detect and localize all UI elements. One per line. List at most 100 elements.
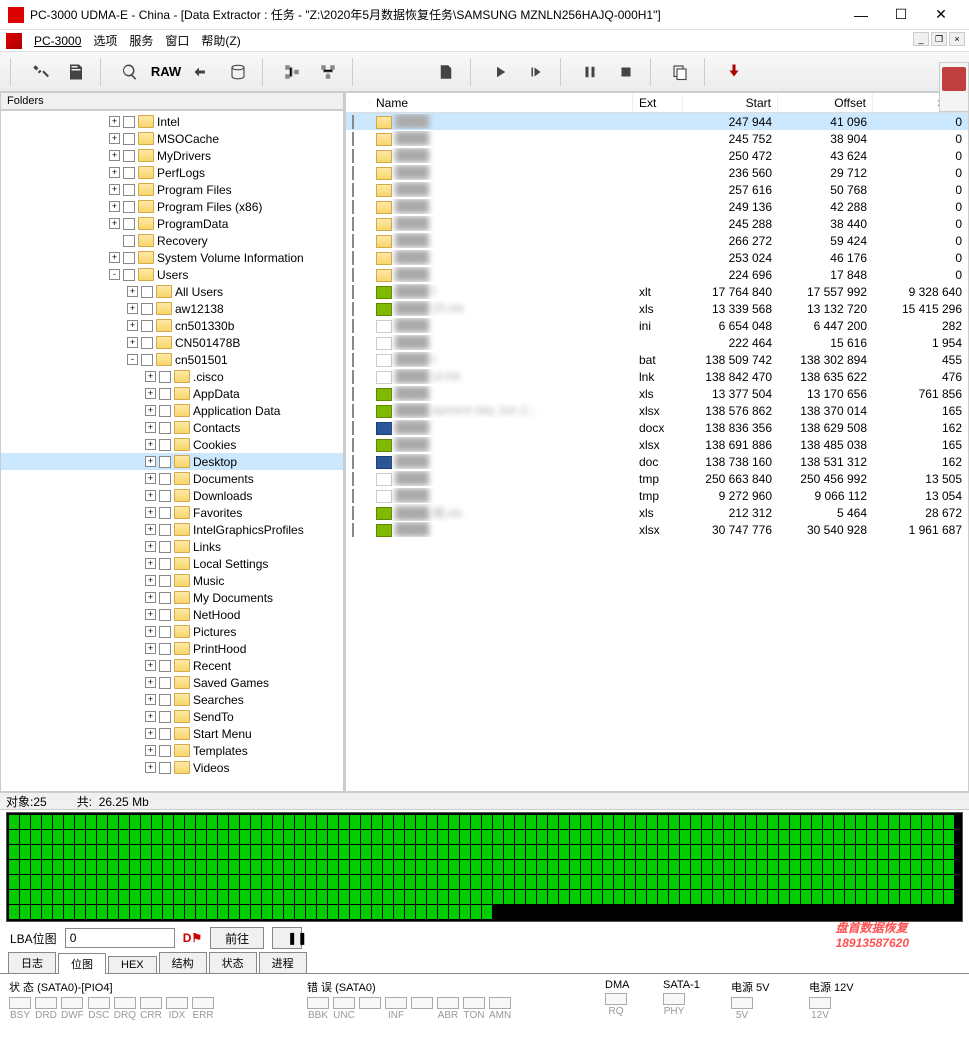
expand-icon[interactable]: + bbox=[145, 388, 156, 399]
expand-icon[interactable]: + bbox=[109, 218, 120, 229]
checkbox[interactable] bbox=[352, 319, 354, 333]
maximize-button[interactable]: ☐ bbox=[881, 1, 921, 29]
checkbox[interactable] bbox=[352, 166, 354, 180]
checkbox[interactable] bbox=[352, 183, 354, 197]
checkbox[interactable] bbox=[352, 115, 354, 129]
expand-icon[interactable]: + bbox=[145, 405, 156, 416]
tree-item[interactable]: +Documents bbox=[1, 470, 343, 487]
file-row[interactable]: ████ 257 61650 7680 bbox=[346, 181, 968, 198]
tab-0[interactable]: 日志 bbox=[8, 952, 56, 973]
expand-icon[interactable]: + bbox=[145, 490, 156, 501]
goto-button[interactable]: 前往 bbox=[210, 927, 264, 949]
checkbox[interactable] bbox=[159, 660, 171, 672]
tab-2[interactable]: HEX bbox=[108, 956, 157, 973]
file-row[interactable]: ████ 222 46415 6161 954 bbox=[346, 334, 968, 351]
mdi-restore-button[interactable]: ❐ bbox=[931, 32, 947, 46]
tree-item[interactable]: +MSOCache bbox=[1, 130, 343, 147]
expand-icon[interactable]: + bbox=[145, 575, 156, 586]
tree-item[interactable]: +CN501478B bbox=[1, 334, 343, 351]
folder-tree[interactable]: +Intel+MSOCache+MyDrivers+PerfLogs+Progr… bbox=[0, 110, 344, 792]
expand-icon[interactable]: + bbox=[145, 524, 156, 535]
checkbox[interactable] bbox=[352, 421, 354, 435]
expand-icon[interactable]: + bbox=[127, 303, 138, 314]
expand-icon[interactable]: + bbox=[109, 201, 120, 212]
tree-item[interactable]: +MyDrivers bbox=[1, 147, 343, 164]
checkbox[interactable] bbox=[352, 251, 354, 265]
file-row[interactable]: ████ 266 27259 4240 bbox=[346, 232, 968, 249]
tree-item[interactable]: +Templates bbox=[1, 742, 343, 759]
disk-icon[interactable] bbox=[942, 67, 966, 91]
sector-map[interactable] bbox=[6, 812, 963, 922]
mdi-minimize-button[interactable]: _ bbox=[913, 32, 929, 46]
expand-icon[interactable]: + bbox=[145, 643, 156, 654]
checkbox[interactable] bbox=[159, 371, 171, 383]
checkbox[interactable] bbox=[123, 133, 135, 145]
tree-item[interactable]: +Application Data bbox=[1, 402, 343, 419]
expand-icon[interactable]: + bbox=[109, 116, 120, 127]
col-name[interactable]: Name bbox=[370, 94, 633, 112]
tree-item[interactable]: +Links bbox=[1, 538, 343, 555]
checkbox[interactable] bbox=[159, 728, 171, 740]
expand-icon[interactable]: + bbox=[109, 184, 120, 195]
menu-window[interactable]: 窗口 bbox=[165, 32, 189, 49]
tree-item[interactable]: +Videos bbox=[1, 759, 343, 776]
tree-item[interactable]: +All Users bbox=[1, 283, 343, 300]
menu-service[interactable]: 服务 bbox=[129, 32, 153, 49]
tree-item[interactable]: +.cisco bbox=[1, 368, 343, 385]
expand-icon[interactable]: + bbox=[127, 337, 138, 348]
checkbox[interactable] bbox=[352, 149, 354, 163]
tab-1[interactable]: 位图 bbox=[58, 953, 106, 974]
file-row[interactable]: ████ docx138 836 356138 629 508162 bbox=[346, 419, 968, 436]
checkbox[interactable] bbox=[352, 387, 354, 401]
checkbox[interactable] bbox=[352, 472, 354, 486]
expand-icon[interactable]: + bbox=[145, 626, 156, 637]
file-row[interactable]: ████ 245 75238 9040 bbox=[346, 130, 968, 147]
checkbox[interactable] bbox=[352, 234, 354, 248]
checkbox[interactable] bbox=[123, 150, 135, 162]
file-row[interactable]: ████ 224 69617 8480 bbox=[346, 266, 968, 283]
checkbox[interactable] bbox=[352, 506, 354, 520]
expand-icon[interactable]: + bbox=[145, 762, 156, 773]
expand-icon[interactable]: + bbox=[109, 252, 120, 263]
tab-5[interactable]: 进程 bbox=[259, 952, 307, 973]
col-start[interactable]: Start bbox=[683, 94, 778, 112]
checkbox[interactable] bbox=[141, 320, 153, 332]
checkbox[interactable] bbox=[159, 762, 171, 774]
file-row[interactable]: ████ 细.xlsxls212 3125 46428 672 bbox=[346, 504, 968, 521]
report-button[interactable] bbox=[60, 57, 92, 87]
checkbox[interactable] bbox=[141, 354, 153, 366]
mdi-close-button[interactable]: × bbox=[949, 32, 965, 46]
close-button[interactable]: ✕ bbox=[921, 1, 961, 29]
checkbox[interactable] bbox=[123, 252, 135, 264]
tree-item[interactable]: +AppData bbox=[1, 385, 343, 402]
checkbox[interactable] bbox=[123, 184, 135, 196]
expand-icon[interactable]: + bbox=[145, 456, 156, 467]
file-row[interactable]: ████ tmp9 272 9609 066 11213 054 bbox=[346, 487, 968, 504]
lba-pause-button[interactable]: ❚❚ bbox=[272, 927, 302, 949]
structure2-button[interactable] bbox=[312, 57, 344, 87]
tree-item[interactable]: +My Documents bbox=[1, 589, 343, 606]
checkbox[interactable] bbox=[159, 745, 171, 757]
step-button[interactable] bbox=[520, 57, 552, 87]
checkbox[interactable] bbox=[352, 268, 354, 282]
tree-item[interactable]: +System Volume Information bbox=[1, 249, 343, 266]
checkbox[interactable] bbox=[141, 303, 153, 315]
file-row[interactable]: ████ 250 47243 6240 bbox=[346, 147, 968, 164]
expand-icon[interactable]: + bbox=[127, 286, 138, 297]
tree-item[interactable]: +Program Files (x86) bbox=[1, 198, 343, 215]
file-row[interactable]: ████ tbat138 509 742138 302 894455 bbox=[346, 351, 968, 368]
tree-item[interactable]: -Users bbox=[1, 266, 343, 283]
pause-button[interactable] bbox=[574, 57, 606, 87]
tree-item[interactable]: +PrintHood bbox=[1, 640, 343, 657]
checkbox[interactable] bbox=[159, 541, 171, 553]
checkbox[interactable] bbox=[123, 235, 135, 247]
expand-icon[interactable]: + bbox=[145, 507, 156, 518]
checkbox[interactable] bbox=[352, 438, 354, 452]
checkbox[interactable] bbox=[123, 201, 135, 213]
file-row[interactable]: ████ 249 13642 2880 bbox=[346, 198, 968, 215]
checkbox[interactable] bbox=[159, 677, 171, 689]
col-ext[interactable]: Ext bbox=[633, 94, 683, 112]
checkbox[interactable] bbox=[352, 523, 354, 537]
tree-item[interactable]: Recovery bbox=[1, 232, 343, 249]
tree-item[interactable]: +cn501330b bbox=[1, 317, 343, 334]
